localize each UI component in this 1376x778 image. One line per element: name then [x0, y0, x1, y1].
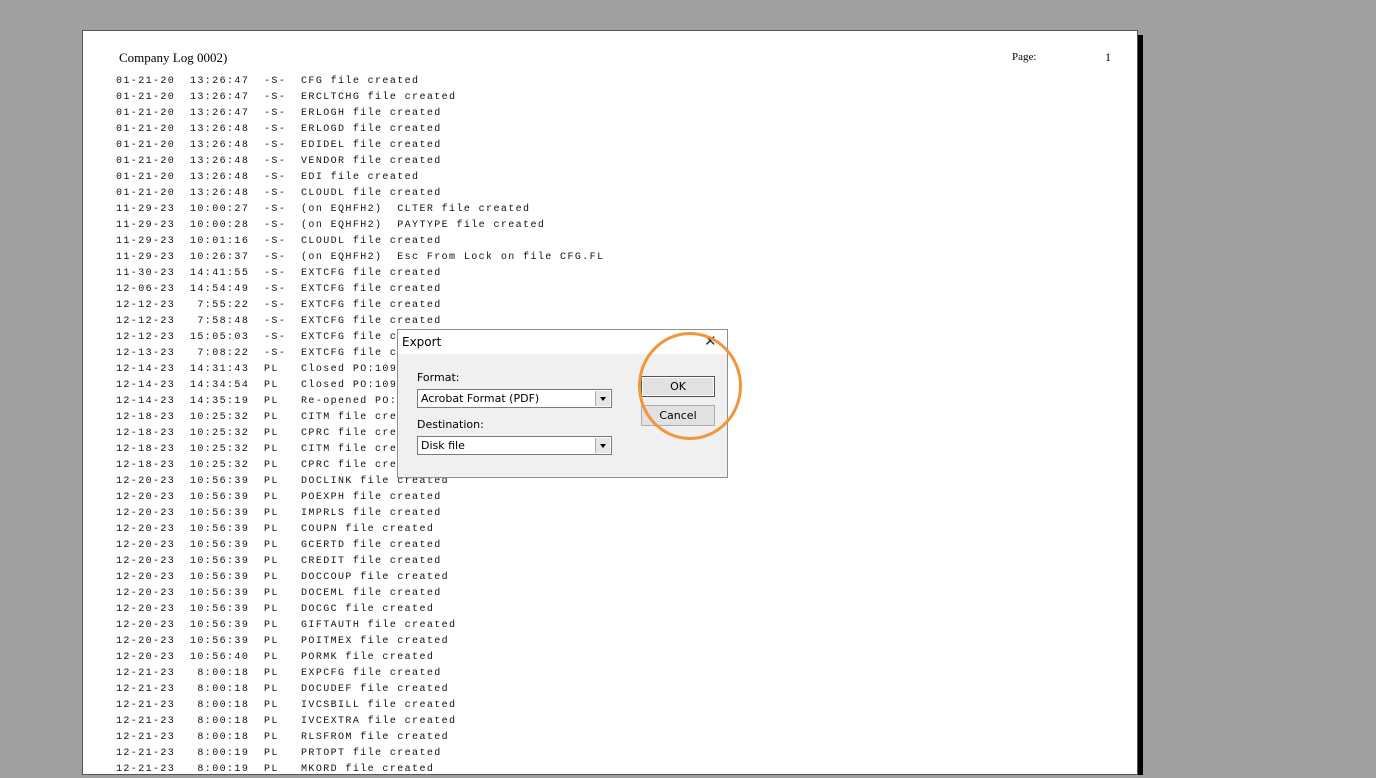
- log-line: 12-20-23 10:56:39 PL CREDIT file created: [116, 556, 442, 567]
- log-line: 12-21-23 8:00:18 PL DOCUDEF file created: [116, 684, 450, 695]
- log-line: 12-12-23 7:55:22 -S- EXTCFG file created: [116, 300, 442, 311]
- log-line: 12-20-23 10:56:39 PL DOCEML file created: [116, 588, 442, 599]
- destination-select[interactable]: Disk file: [417, 436, 612, 455]
- log-line: 12-21-23 8:00:18 PL EXPCFG file created: [116, 668, 442, 679]
- page-label: Page:: [1012, 51, 1037, 63]
- log-line: 12-20-23 10:56:39 PL POEXPH file created: [116, 492, 442, 503]
- chevron-down-icon[interactable]: [595, 438, 610, 453]
- log-line: 12-20-23 10:56:39 PL IMPRLS file created: [116, 508, 442, 519]
- log-line: 12-06-23 14:54:49 -S- EXTCFG file create…: [116, 284, 442, 295]
- log-line: 12-21-23 8:00:18 PL IVCSBILL file create…: [116, 700, 457, 711]
- log-line: 12-20-23 10:56:39 PL GIFTAUTH file creat…: [116, 620, 457, 631]
- log-line: 11-30-23 14:41:55 -S- EXTCFG file create…: [116, 268, 442, 279]
- log-line: 12-20-23 10:56:39 PL GCERTD file created: [116, 540, 442, 551]
- log-line: 12-20-23 10:56:39 PL DOCCOUP file create…: [116, 572, 450, 583]
- destination-select-value: Disk file: [421, 439, 465, 452]
- highlight-circle: [638, 332, 742, 440]
- log-line: 12-21-23 8:00:19 PL PRTOPT file created: [116, 748, 442, 759]
- log-line: 01-21-20 13:26:48 -S- EDI file created: [116, 172, 420, 183]
- dialog-title: Export: [402, 335, 442, 349]
- log-line: 01-21-20 13:26:48 -S- CLOUDL file create…: [116, 188, 442, 199]
- log-line: 12-20-23 10:56:39 PL DOCGC file created: [116, 604, 435, 615]
- destination-label: Destination:: [417, 418, 484, 431]
- log-line: 11-29-23 10:00:27 -S- (on EQHFH2) CLTER …: [116, 204, 531, 215]
- format-label: Format:: [417, 371, 460, 384]
- format-select[interactable]: Acrobat Format (PDF): [417, 389, 612, 408]
- log-line: 01-21-20 13:26:47 -S- CFG file created: [116, 76, 420, 87]
- chevron-down-icon[interactable]: [595, 391, 610, 406]
- log-line: 12-20-23 10:56:39 PL POITMEX file create…: [116, 636, 450, 647]
- log-line: 12-21-23 8:00:18 PL RLSFROM file created: [116, 732, 450, 743]
- format-select-value: Acrobat Format (PDF): [421, 392, 540, 405]
- log-line: 11-29-23 10:01:16 -S- CLOUDL file create…: [116, 236, 442, 247]
- log-line: 01-21-20 13:26:48 -S- VENDOR file create…: [116, 156, 442, 167]
- report-title: Company Log 0002): [119, 50, 228, 65]
- log-line: 12-12-23 7:58:48 -S- EXTCFG file created: [116, 316, 442, 327]
- log-line: 11-29-23 10:00:28 -S- (on EQHFH2) PAYTYP…: [116, 220, 546, 231]
- page-number: 1: [1105, 50, 1111, 64]
- log-line: 12-21-23 8:00:18 PL IVCEXTRA file create…: [116, 716, 457, 727]
- log-line: 11-29-23 10:26:37 -S- (on EQHFH2) Esc Fr…: [116, 252, 605, 263]
- log-line: 12-21-23 8:00:19 PL MKORD file created: [116, 764, 435, 775]
- log-line: 12-20-23 10:56:39 PL COUPN file created: [116, 524, 435, 535]
- log-line: 12-20-23 10:56:40 PL PORMK file created: [116, 652, 435, 663]
- log-line: 01-21-20 13:26:48 -S- ERLOGD file create…: [116, 124, 442, 135]
- log-line: 01-21-20 13:26:47 -S- ERLOGH file create…: [116, 108, 442, 119]
- log-line: 01-21-20 13:26:47 -S- ERCLTCHG file crea…: [116, 92, 457, 103]
- log-line: 01-21-20 13:26:48 -S- EDIDEL file create…: [116, 140, 442, 151]
